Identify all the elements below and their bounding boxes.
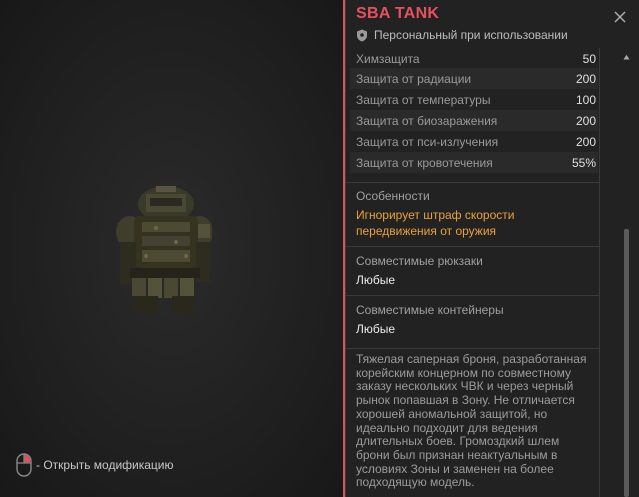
features-section: Особенности Игнорирует штраф скорости пе…	[346, 182, 599, 246]
containers-label: Совместимые контейнеры	[356, 303, 504, 317]
scroll-up-arrow-icon[interactable]	[623, 54, 630, 60]
stat-row: Химзащита 50	[350, 48, 598, 69]
stat-value: 200	[575, 134, 596, 149]
item-info-panel: SBA TANK Персональный при использовании …	[346, 0, 639, 497]
item-header: SBA TANK Персональный при использовании	[346, 0, 639, 48]
hint-text: - Открыть модификацию	[36, 458, 174, 472]
close-icon[interactable]	[613, 10, 627, 24]
stat-label: Химзащита	[356, 51, 420, 66]
stat-label: Защита от радиации	[356, 71, 472, 86]
features-value: Игнорирует штраф скорости передвижения о…	[356, 208, 515, 238]
backpacks-label: Совместимые рюкзаки	[356, 254, 483, 268]
features-label: Особенности	[356, 189, 430, 203]
item-preview-panel: - Открыть модификацию	[0, 0, 343, 497]
stat-value: 55%	[571, 155, 596, 170]
stat-label: Защита от пси-излучения	[356, 134, 499, 149]
stat-value: 200	[575, 113, 596, 128]
mouse-right-click-icon	[16, 453, 32, 477]
stat-label: Защита от биозаражения	[356, 113, 498, 128]
containers-value: Любые	[356, 322, 396, 336]
binding-status: Персональный при использовании	[356, 28, 568, 42]
stat-row: Защита от пси-излучения 200	[350, 131, 598, 152]
stat-row: Защита от кровотечения 55%	[350, 152, 598, 173]
armor-suit-image	[116, 186, 212, 314]
stat-row: Защита от радиации 200	[350, 68, 598, 89]
backpacks-section: Совместимые рюкзаки Любые	[346, 246, 599, 294]
stat-value: 200	[575, 71, 596, 86]
stat-value: 50	[582, 51, 596, 66]
stat-row: Защита от биозаражения 200	[350, 110, 598, 131]
scrollbar[interactable]	[623, 54, 630, 497]
shield-icon	[357, 29, 367, 41]
backpacks-value: Любые	[356, 273, 396, 287]
item-title: SBA TANK	[356, 5, 440, 22]
item-description: Тяжелая саперная броня, разработанная ко…	[346, 348, 600, 497]
scrollbar-thumb[interactable]	[624, 229, 629, 497]
stat-label: Защита от кровотечения	[356, 155, 493, 170]
binding-label: Персональный при использовании	[374, 28, 568, 42]
stat-label: Защита от температуры	[356, 92, 491, 107]
open-modification-hint: - Открыть модификацию	[16, 453, 174, 477]
containers-section: Совместимые контейнеры Любые	[346, 295, 599, 347]
stat-row: Защита от температуры 100	[350, 89, 598, 110]
stat-value: 100	[575, 92, 596, 107]
